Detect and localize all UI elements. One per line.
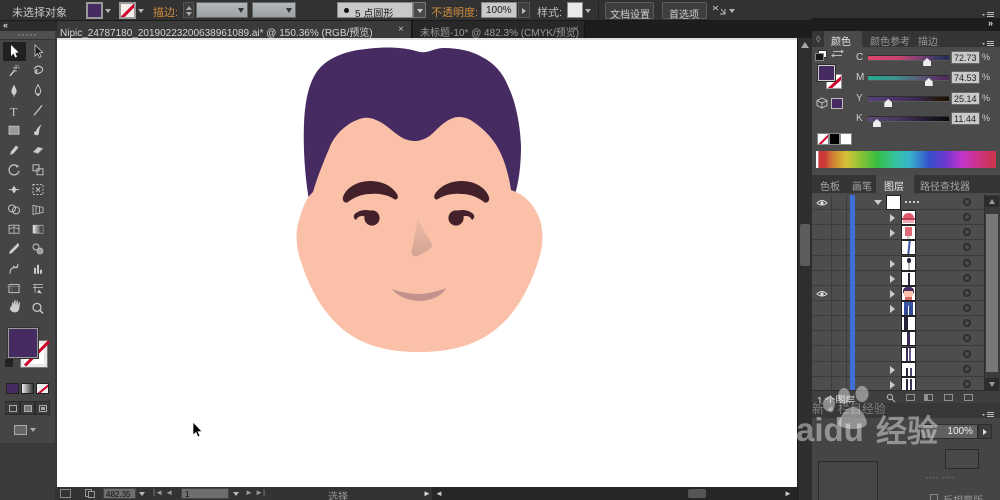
svg-text:T: T — [10, 104, 18, 118]
